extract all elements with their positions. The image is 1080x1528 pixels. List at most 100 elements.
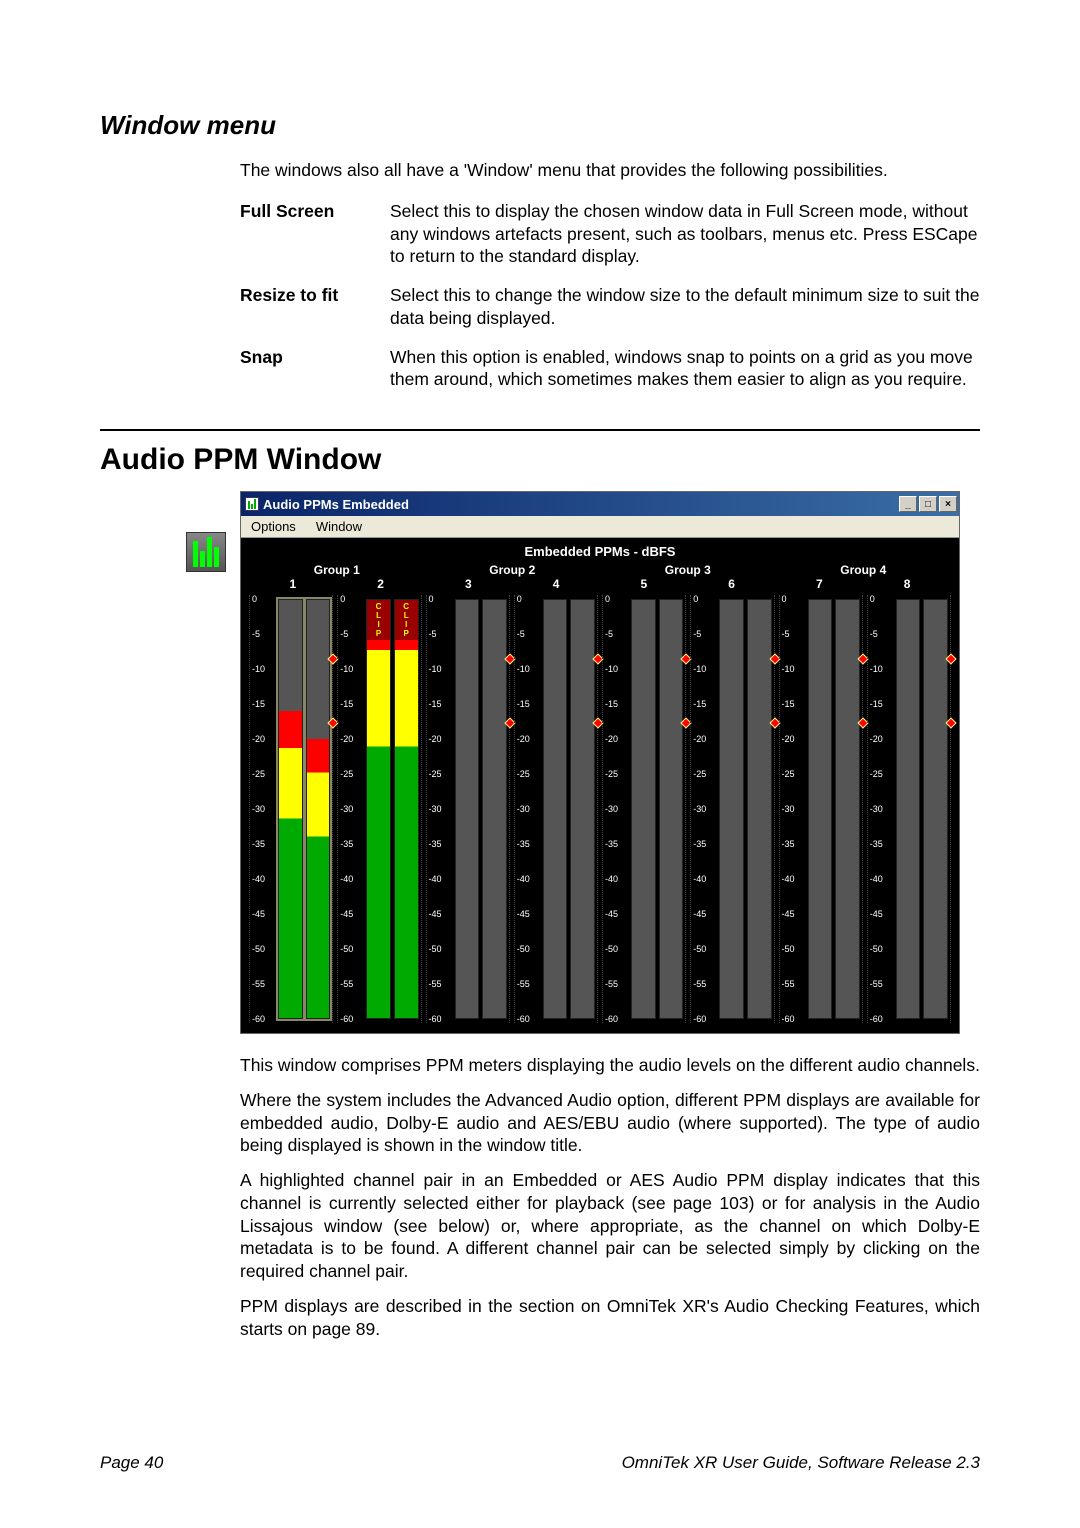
minimize-button[interactable]: _: [899, 496, 917, 512]
scale-tick: -60: [340, 1014, 353, 1024]
scale-tick: -20: [252, 734, 265, 744]
scale-tick: -40: [429, 874, 442, 884]
channel-pair[interactable]: 0-5-10-15-20-25-30-35-40-45-50-55-60: [249, 595, 333, 1023]
window-menu-intro: The windows also all have a 'Window' men…: [240, 159, 980, 182]
scale-tick: -20: [429, 734, 442, 744]
ppm-bar[interactable]: [923, 599, 948, 1019]
ppm-bar[interactable]: [835, 599, 860, 1019]
scale-tick: -25: [517, 769, 530, 779]
channel-label: 6: [688, 577, 776, 591]
ppm-bar[interactable]: [306, 599, 331, 1019]
scale-tick: -50: [605, 944, 618, 954]
scale-tick: -15: [429, 699, 442, 709]
scale-tick: -50: [693, 944, 706, 954]
row-desc: Select this to change the window size to…: [390, 278, 980, 340]
scale-tick: -60: [429, 1014, 442, 1024]
scale-tick: -20: [340, 734, 353, 744]
clip-indicator: CLIP: [367, 600, 390, 640]
ppm-bar[interactable]: [896, 599, 921, 1019]
scale-tick: -55: [517, 979, 530, 989]
ppm-bar[interactable]: CLIP: [366, 599, 391, 1019]
ppm-bar[interactable]: [482, 599, 507, 1019]
channel-pair[interactable]: 0-5-10-15-20-25-30-35-40-45-50-55-60CLIP…: [337, 595, 421, 1023]
ppm-bar[interactable]: CLIP: [394, 599, 419, 1019]
scale-tick: -15: [782, 699, 795, 709]
scale-tick: -15: [252, 699, 265, 709]
audio-ppm-heading: Audio PPM Window: [100, 443, 980, 477]
scale-tick: 0: [252, 594, 257, 604]
ppm-bar[interactable]: [570, 599, 595, 1019]
scale-tick: -30: [782, 804, 795, 814]
channel-label: 3: [425, 577, 513, 591]
scale-tick: -10: [782, 664, 795, 674]
scale-tick: -40: [252, 874, 265, 884]
scale-tick: -20: [693, 734, 706, 744]
ppm-bar[interactable]: [278, 599, 303, 1019]
scale-tick: -50: [782, 944, 795, 954]
scale-tick: 0: [782, 594, 787, 604]
titlebar[interactable]: Audio PPMs Embedded _ □ ×: [241, 492, 959, 516]
ppm-bar[interactable]: [455, 599, 480, 1019]
scale-tick: -60: [605, 1014, 618, 1024]
menu-options[interactable]: Options: [241, 519, 306, 534]
channel-pair[interactable]: 0-5-10-15-20-25-30-35-40-45-50-55-60: [867, 595, 951, 1023]
channel-pair[interactable]: 0-5-10-15-20-25-30-35-40-45-50-55-60: [602, 595, 686, 1023]
scale-tick: -25: [693, 769, 706, 779]
scale-tick: -35: [693, 839, 706, 849]
scale-tick: -35: [340, 839, 353, 849]
scale-tick: -50: [429, 944, 442, 954]
ppm-bar[interactable]: [659, 599, 684, 1019]
scale-tick: -20: [517, 734, 530, 744]
scale-tick: -50: [517, 944, 530, 954]
page-number: Page 40: [100, 1453, 163, 1473]
scale-tick: -45: [605, 909, 618, 919]
scale-tick: -15: [693, 699, 706, 709]
channel-pair[interactable]: 0-5-10-15-20-25-30-35-40-45-50-55-60: [779, 595, 863, 1023]
ppm-bar[interactable]: [631, 599, 656, 1019]
ppm-bar[interactable]: [543, 599, 568, 1019]
scale-tick: -55: [340, 979, 353, 989]
ppm-bar[interactable]: [747, 599, 772, 1019]
scale-tick: -10: [517, 664, 530, 674]
scale-tick: -20: [782, 734, 795, 744]
section-divider: [100, 429, 980, 431]
scale-tick: -10: [429, 664, 442, 674]
scale-tick: -25: [429, 769, 442, 779]
scale-tick: -40: [693, 874, 706, 884]
close-button[interactable]: ×: [939, 496, 957, 512]
body-para: Where the system includes the Advanced A…: [240, 1089, 980, 1157]
scale-tick: -5: [517, 629, 525, 639]
row-label: Resize to fit: [240, 278, 390, 340]
scale-tick: -45: [252, 909, 265, 919]
scale-tick: -40: [870, 874, 883, 884]
scale-tick: -30: [340, 804, 353, 814]
scale-tick: -60: [517, 1014, 530, 1024]
ppm-bar[interactable]: [719, 599, 744, 1019]
scale-tick: -5: [605, 629, 613, 639]
scale-tick: -5: [782, 629, 790, 639]
scale-tick: -55: [693, 979, 706, 989]
channel-label: 2: [337, 577, 425, 591]
scale-tick: -45: [693, 909, 706, 919]
ppm-area: Embedded PPMs - dBFS Group 1 Group 2 Gro…: [241, 538, 959, 1033]
scale-tick: -15: [870, 699, 883, 709]
maximize-button[interactable]: □: [919, 496, 937, 512]
row-label: Snap: [240, 340, 390, 402]
scale-tick: -20: [605, 734, 618, 744]
scale-tick: -35: [252, 839, 265, 849]
scale-tick: -5: [429, 629, 437, 639]
scale-tick: -30: [605, 804, 618, 814]
scale-tick: -55: [605, 979, 618, 989]
menu-window[interactable]: Window: [306, 519, 372, 534]
channel-pair[interactable]: 0-5-10-15-20-25-30-35-40-45-50-55-60: [514, 595, 598, 1023]
scale-tick: -55: [782, 979, 795, 989]
scale-tick: -10: [340, 664, 353, 674]
scale-tick: 0: [429, 594, 434, 604]
ppm-bar[interactable]: [808, 599, 833, 1019]
group-label: Group 3: [600, 563, 776, 577]
channel-pair[interactable]: 0-5-10-15-20-25-30-35-40-45-50-55-60: [690, 595, 774, 1023]
page-footer: Page 40 OmniTek XR User Guide, Software …: [100, 1453, 980, 1473]
scale-tick: -25: [340, 769, 353, 779]
scale-tick: 0: [340, 594, 345, 604]
channel-pair[interactable]: 0-5-10-15-20-25-30-35-40-45-50-55-60: [426, 595, 510, 1023]
